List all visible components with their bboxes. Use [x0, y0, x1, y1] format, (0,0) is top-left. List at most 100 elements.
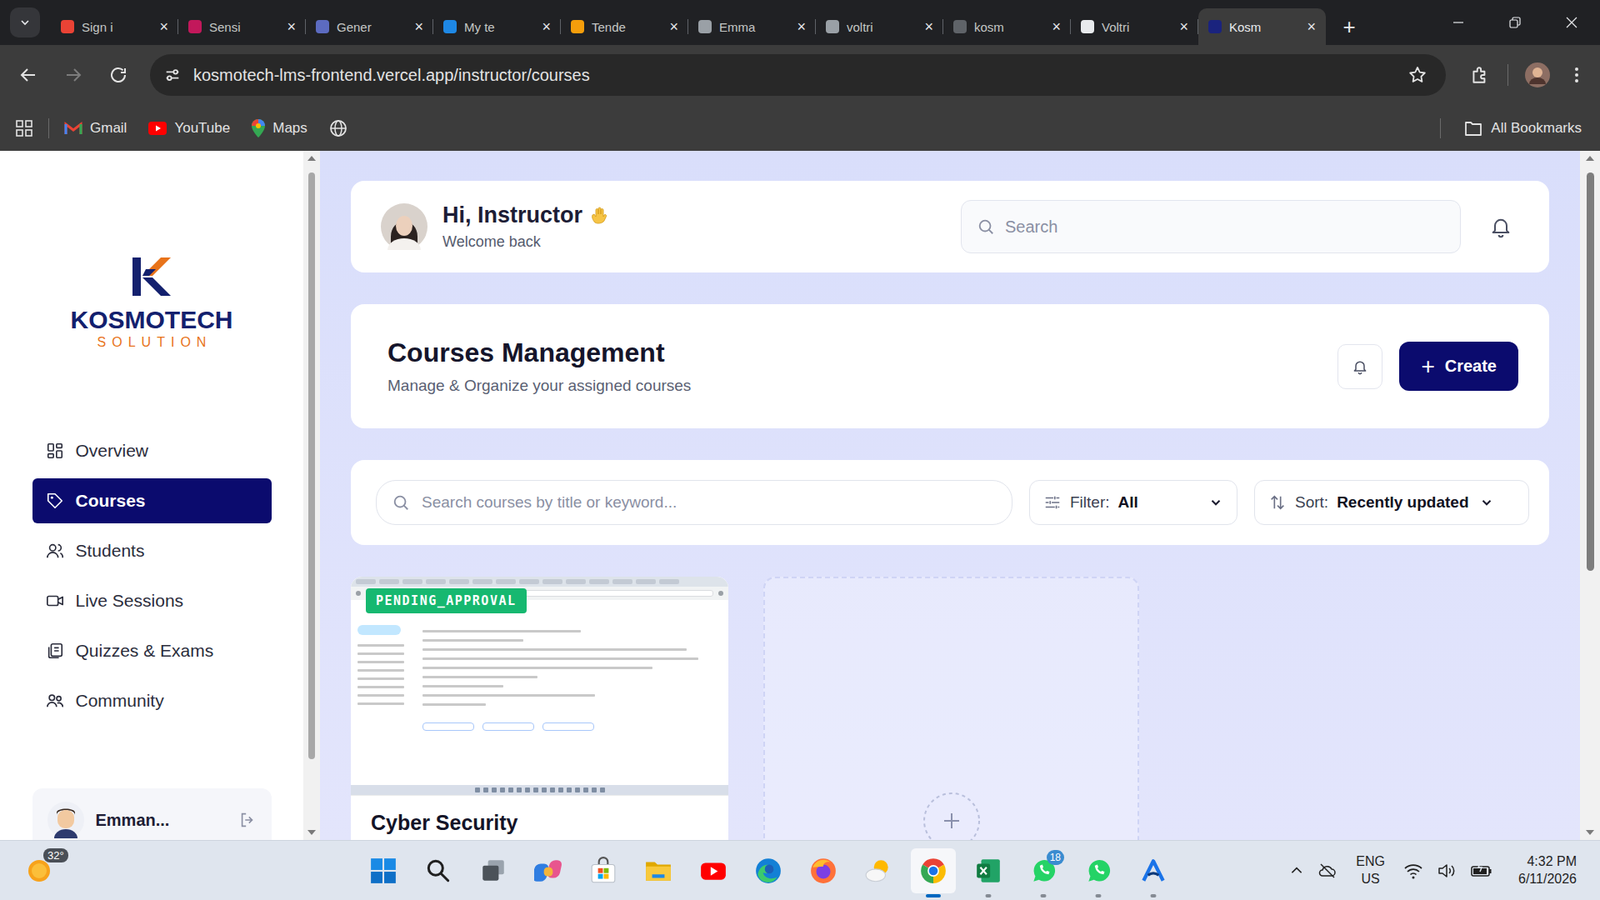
- url-text: kosmotech-lms-frontend.vercel.app/instru…: [193, 65, 1396, 85]
- sidebar-item[interactable]: Courses: [32, 478, 272, 524]
- nav-button[interactable]: [100, 56, 137, 94]
- bookmark[interactable]: [329, 119, 348, 138]
- scrollbar-thumb[interactable]: [308, 172, 315, 760]
- bookmark[interactable]: YouTube: [148, 120, 230, 137]
- sidebar-item-label: Live Sessions: [75, 590, 185, 611]
- tab-close-button[interactable]: ×: [1306, 19, 1316, 35]
- tab-close-button[interactable]: ×: [159, 19, 169, 35]
- taskbar-app[interactable]: [520, 841, 576, 900]
- add-course-card[interactable]: [763, 576, 1140, 840]
- wifi-icon[interactable]: [1403, 860, 1424, 881]
- page-scrollbar[interactable]: [1580, 150, 1600, 840]
- thumbnail-line: [357, 685, 405, 689]
- browser-tab[interactable]: Gener×: [305, 8, 434, 45]
- scroll-down-icon[interactable]: [307, 830, 316, 835]
- browser-tab[interactable]: Voltri×: [1070, 8, 1199, 45]
- create-button[interactable]: +Create: [1399, 341, 1519, 391]
- create-label: Create: [1445, 356, 1497, 376]
- browser-tab[interactable]: Sensi×: [178, 8, 306, 45]
- browser-tab[interactable]: Tende×: [560, 8, 689, 45]
- sidebar-item[interactable]: Live Sessions: [32, 578, 272, 624]
- logo[interactable]: KOSMOTECHSOLUTION: [70, 257, 234, 350]
- browser-tab[interactable]: Sign i×: [50, 8, 179, 45]
- scroll-up-icon[interactable]: [307, 155, 316, 161]
- tab-close-button[interactable]: ×: [924, 19, 934, 35]
- sidebar-scrollbar[interactable]: [303, 150, 320, 840]
- input-language[interactable]: ENGUS: [1355, 853, 1385, 889]
- store-icon: [589, 856, 618, 885]
- tab-close-button[interactable]: ×: [414, 19, 424, 35]
- clock[interactable]: 4:32 PM6/11/2026: [1518, 853, 1577, 889]
- extensions-icon[interactable]: [1469, 64, 1491, 86]
- tab-close-button[interactable]: ×: [796, 19, 806, 35]
- taskbar-app[interactable]: [465, 841, 521, 900]
- tab-close-button[interactable]: ×: [286, 19, 296, 35]
- user-card[interactable]: Emman...: [32, 788, 272, 840]
- course-search-field[interactable]: Search courses by title or keyword...: [375, 480, 1013, 525]
- thumbnail-line: [422, 694, 595, 697]
- bookmark[interactable]: Maps: [251, 119, 308, 138]
- taskbar-app[interactable]: [355, 841, 411, 900]
- tab-close-button[interactable]: ×: [669, 19, 679, 35]
- taskbar-app[interactable]: [1125, 841, 1181, 900]
- bell-icon[interactable]: [1489, 215, 1513, 239]
- course-card[interactable]: PENDING_APPROVALCyber Security: [350, 576, 729, 840]
- new-tab-button[interactable]: +: [1335, 8, 1363, 45]
- minimize-button[interactable]: [1430, 0, 1487, 45]
- site-info-icon[interactable]: [163, 65, 182, 85]
- star-icon[interactable]: [1407, 65, 1428, 85]
- network-off-icon[interactable]: [1317, 860, 1338, 881]
- tab-close-button[interactable]: ×: [541, 19, 551, 35]
- sidebar-item[interactable]: Quizzes & Exams: [32, 628, 272, 674]
- thumbnail-app: [566, 787, 572, 793]
- notification-button[interactable]: [1337, 344, 1383, 390]
- volume-icon[interactable]: [1436, 860, 1457, 881]
- filter-dropdown[interactable]: Filter:All: [1029, 480, 1238, 525]
- tab-close-button[interactable]: ×: [1179, 19, 1189, 35]
- taskbar-app[interactable]: [685, 841, 741, 900]
- search-field[interactable]: Search: [960, 200, 1461, 254]
- scroll-up-icon[interactable]: [1585, 155, 1595, 161]
- thumbnail-dot: [718, 590, 724, 596]
- scroll-down-icon[interactable]: [1585, 830, 1595, 835]
- scrollbar-thumb[interactable]: [1586, 172, 1595, 571]
- taskbar-app[interactable]: [795, 841, 851, 900]
- battery-icon[interactable]: [1470, 860, 1494, 881]
- browser-tab[interactable]: Kosm×: [1198, 8, 1326, 45]
- browser-tab[interactable]: Emma×: [688, 8, 816, 45]
- chevron-up-icon[interactable]: [1289, 863, 1305, 879]
- running-indicator: [985, 894, 992, 898]
- browser-tab[interactable]: My te×: [433, 8, 561, 45]
- edge-icon: [754, 856, 783, 885]
- taskbar-app[interactable]: [905, 841, 961, 900]
- taskbar-app[interactable]: [410, 841, 466, 900]
- taskbar-app[interactable]: 18: [1015, 841, 1071, 900]
- bell-icon: [1351, 358, 1369, 375]
- taskbar-app[interactable]: [850, 841, 906, 900]
- all-bookmarks[interactable]: All Bookmarks: [1425, 118, 1582, 139]
- taskbar-app[interactable]: [960, 841, 1016, 900]
- taskbar-app[interactable]: [740, 841, 796, 900]
- sidebar-item[interactable]: Overview: [32, 428, 272, 474]
- logout-icon[interactable]: [238, 810, 257, 830]
- taskbar-app[interactable]: [1070, 841, 1126, 900]
- restore-button[interactable]: [1486, 0, 1544, 45]
- browser-tab[interactable]: kosm×: [943, 8, 1071, 45]
- address-bar[interactable]: kosmotech-lms-frontend.vercel.app/instru…: [150, 54, 1446, 96]
- profile-avatar-icon[interactable]: [1525, 62, 1550, 88]
- menu-dots-icon[interactable]: [1566, 65, 1587, 85]
- sidebar-item[interactable]: Students: [32, 528, 272, 574]
- sort-dropdown[interactable]: Sort:Recently updated: [1254, 480, 1530, 525]
- taskbar-app[interactable]: [630, 841, 686, 900]
- taskbar-app[interactable]: [575, 841, 631, 900]
- nav-button[interactable]: [10, 56, 47, 94]
- close-window-button[interactable]: [1543, 0, 1600, 45]
- weather-widget[interactable]: 32°: [0, 856, 356, 885]
- tab-search-button[interactable]: [10, 7, 40, 38]
- bookmark[interactable]: Gmail: [64, 120, 127, 137]
- community-icon: [45, 691, 65, 710]
- tab-close-button[interactable]: ×: [1051, 19, 1061, 35]
- browser-tab[interactable]: voltri×: [815, 8, 944, 45]
- sidebar-item[interactable]: Community: [32, 678, 272, 724]
- apps-grid-icon[interactable]: [15, 119, 34, 138]
